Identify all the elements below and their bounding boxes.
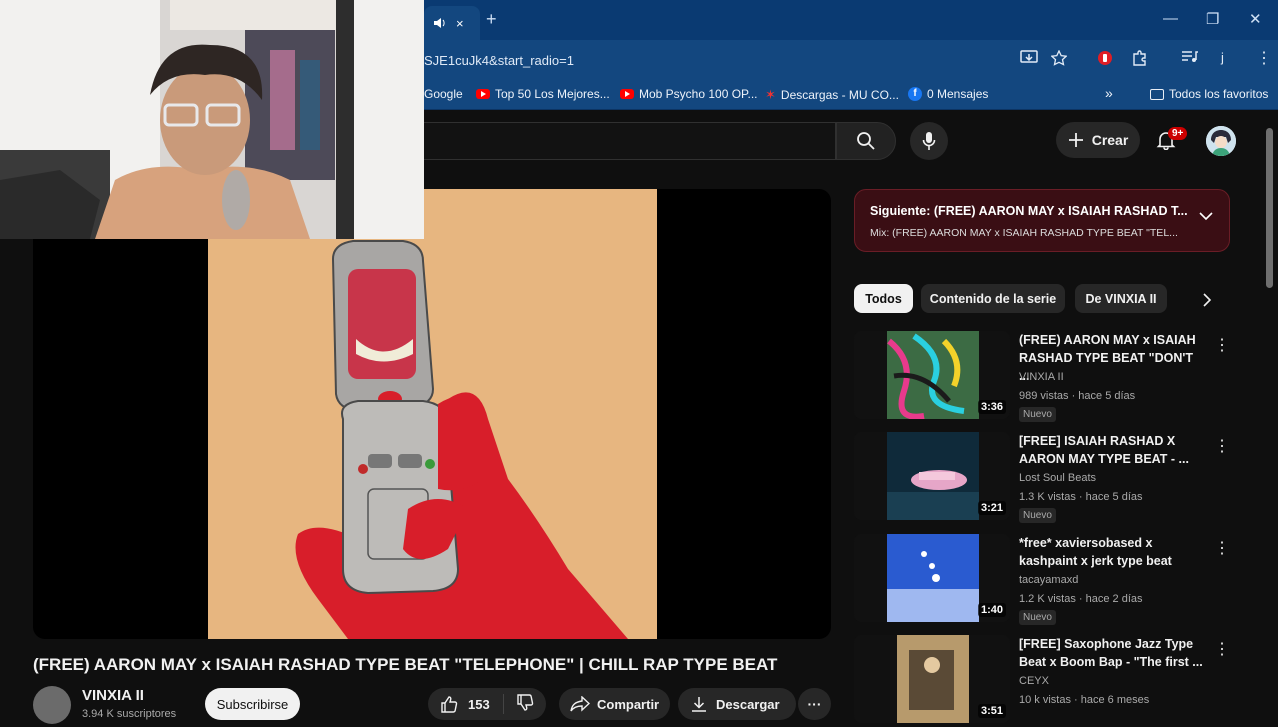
thumbs-up-icon (441, 696, 458, 713)
bookmarks-overflow-chevron[interactable]: » (1105, 85, 1113, 101)
browser-tab[interactable]: × (424, 6, 480, 40)
notifications-badge: 9+ (1168, 127, 1188, 140)
bookmark-top-50[interactable]: Top 50 Los Mejores... (476, 87, 610, 101)
video-duration: 1:40 (977, 603, 1006, 617)
like-count: 153 (468, 696, 490, 712)
download-icon (692, 697, 706, 712)
recommendation-channel[interactable]: Lost Soul Beats (1019, 472, 1096, 484)
new-badge: Nuevo (1019, 407, 1056, 422)
install-app-icon[interactable] (1020, 50, 1038, 66)
bookmark-descargas[interactable]: ✶ Descargas - MU CO... (765, 87, 899, 103)
playlist-next-panel[interactable]: Siguiente: (FREE) AARON MAY x ISAIAH RAS… (854, 189, 1230, 252)
recommendation-thumbnail[interactable]: 3:51 (854, 635, 1010, 723)
extensions-puzzle-icon[interactable] (1131, 50, 1148, 67)
like-dislike-group: 153 (428, 688, 546, 720)
more-options-icon[interactable]: ⋮ (1214, 436, 1230, 456)
create-button[interactable]: Crear (1056, 122, 1140, 158)
chevron-down-icon[interactable] (1199, 212, 1213, 221)
bookmark-mob-psycho[interactable]: Mob Psycho 100 OP... (620, 87, 758, 101)
recommendation-thumbnail[interactable]: 3:21 (854, 432, 1010, 520)
download-button[interactable]: Descargar (678, 688, 796, 720)
mu-icon: ✶ (765, 87, 776, 102)
thumbs-down-icon (517, 693, 534, 711)
address-bar[interactable]: SJE1cuJk4&start_radio=1 (424, 46, 1084, 74)
recommendation-meta: 1.2 K vistas · hace 2 días (1019, 593, 1143, 605)
voice-search-button[interactable] (910, 122, 948, 160)
microphone-icon (922, 132, 936, 150)
chevron-right-icon[interactable] (1203, 293, 1212, 307)
video-duration: 3:36 (977, 400, 1006, 414)
recommendation-item[interactable]: 3:51 [FREE] Saxophone Jazz Type Beat x B… (854, 635, 1230, 727)
recommendation-meta: 10 k vistas · hace 6 meses (1019, 694, 1150, 706)
recommendation-thumbnail[interactable]: 1:40 (854, 534, 1010, 622)
speaker-icon[interactable] (432, 16, 446, 30)
all-favorites-folder[interactable]: Todos los favoritos (1150, 87, 1268, 101)
recommendation-channel[interactable]: CEYX (1019, 675, 1049, 687)
new-badge: Nuevo (1019, 610, 1056, 625)
youtube-icon (620, 89, 634, 99)
subscribe-button[interactable]: Subscribirse (205, 688, 300, 720)
video-duration: 3:21 (977, 501, 1006, 515)
recommendation-title[interactable]: *free* xaviersobased x kashpaint x jerk … (1019, 534, 1203, 570)
recommendation-channel[interactable]: VINXIA II (1019, 371, 1064, 383)
plus-icon (1068, 133, 1083, 147)
bookmark-google[interactable]: Google (424, 87, 463, 101)
maximize-button[interactable]: ❐ (1206, 10, 1219, 28)
close-window-button[interactable]: ✕ (1249, 10, 1262, 28)
profile-initial[interactable]: j (1221, 50, 1224, 65)
recommendation-channel[interactable]: tacayamaxd (1019, 574, 1078, 586)
youtube-icon (476, 89, 490, 99)
share-button[interactable]: Compartir (559, 688, 670, 720)
minimize-button[interactable]: — (1163, 10, 1178, 27)
dislike-button[interactable] (504, 693, 534, 715)
channel-avatar[interactable] (33, 686, 71, 724)
facebook-icon: f (908, 87, 922, 101)
chip-todos[interactable]: Todos (854, 284, 913, 313)
channel-name[interactable]: VINXIA II (82, 687, 144, 704)
chip-de-vinxia[interactable]: De VINXIA II (1075, 284, 1167, 313)
recommendation-title[interactable]: [FREE] ISAIAH RASHAD X AARON MAY TYPE BE… (1019, 432, 1203, 468)
recommendation-item[interactable]: 3:21 [FREE] ISAIAH RASHAD X AARON MAY TY… (854, 432, 1230, 524)
folder-icon (1150, 88, 1164, 100)
more-options-icon[interactable]: ⋮ (1214, 538, 1230, 558)
search-icon (857, 132, 875, 150)
extension-red-icon[interactable] (1097, 50, 1113, 66)
bookmark-mensajes[interactable]: f0 Mensajes (908, 87, 988, 101)
recommendation-meta: 1.3 K vistas · hace 5 días (1019, 491, 1143, 503)
webcam-overlay (0, 0, 424, 239)
url-text[interactable]: SJE1cuJk4&start_radio=1 (424, 53, 574, 68)
video-title: (FREE) AARON MAY x ISAIAH RASHAD TYPE BE… (33, 655, 778, 674)
recommendation-meta: 989 vistas · hace 5 días (1019, 390, 1136, 402)
media-control-icon[interactable] (1181, 50, 1198, 64)
more-options-icon[interactable]: ⋮ (1214, 639, 1230, 659)
more-options-icon[interactable]: ⋮ (1214, 335, 1230, 355)
new-badge: Nuevo (1019, 508, 1056, 523)
tab-close-icon[interactable]: × (456, 16, 464, 31)
browser-menu-icon[interactable]: ⋮ (1256, 48, 1272, 68)
video-duration: 3:51 (977, 704, 1006, 718)
next-video-label: Siguiente: (FREE) AARON MAY x ISAIAH RAS… (870, 204, 1188, 218)
user-avatar[interactable] (1206, 126, 1236, 156)
chip-contenido-serie[interactable]: Contenido de la serie (921, 284, 1065, 313)
recommendation-item[interactable]: 1:40 *free* xaviersobased x kashpaint x … (854, 534, 1230, 626)
like-button[interactable]: 153 (428, 694, 504, 714)
bookmark-star-icon[interactable] (1051, 50, 1067, 66)
channel-subscribers: 3.94 K suscriptores (82, 708, 177, 720)
search-button[interactable] (836, 122, 896, 160)
share-arrow-icon (570, 696, 590, 712)
recommendation-item[interactable]: 3:36 (FREE) AARON MAY x ISAIAH RASHAD TY… (854, 331, 1230, 423)
more-actions-button[interactable]: ··· (798, 688, 831, 720)
mix-label: Mix: (FREE) AARON MAY x ISAIAH RASHAD TY… (870, 227, 1178, 239)
recommendation-thumbnail[interactable]: 3:36 (854, 331, 1010, 419)
recommendation-title[interactable]: [FREE] Saxophone Jazz Type Beat x Boom B… (1019, 635, 1203, 671)
video-artwork (208, 189, 657, 639)
new-tab-button[interactable]: + (486, 9, 497, 30)
page-scrollbar[interactable] (1266, 128, 1273, 288)
video-player[interactable] (33, 189, 831, 639)
